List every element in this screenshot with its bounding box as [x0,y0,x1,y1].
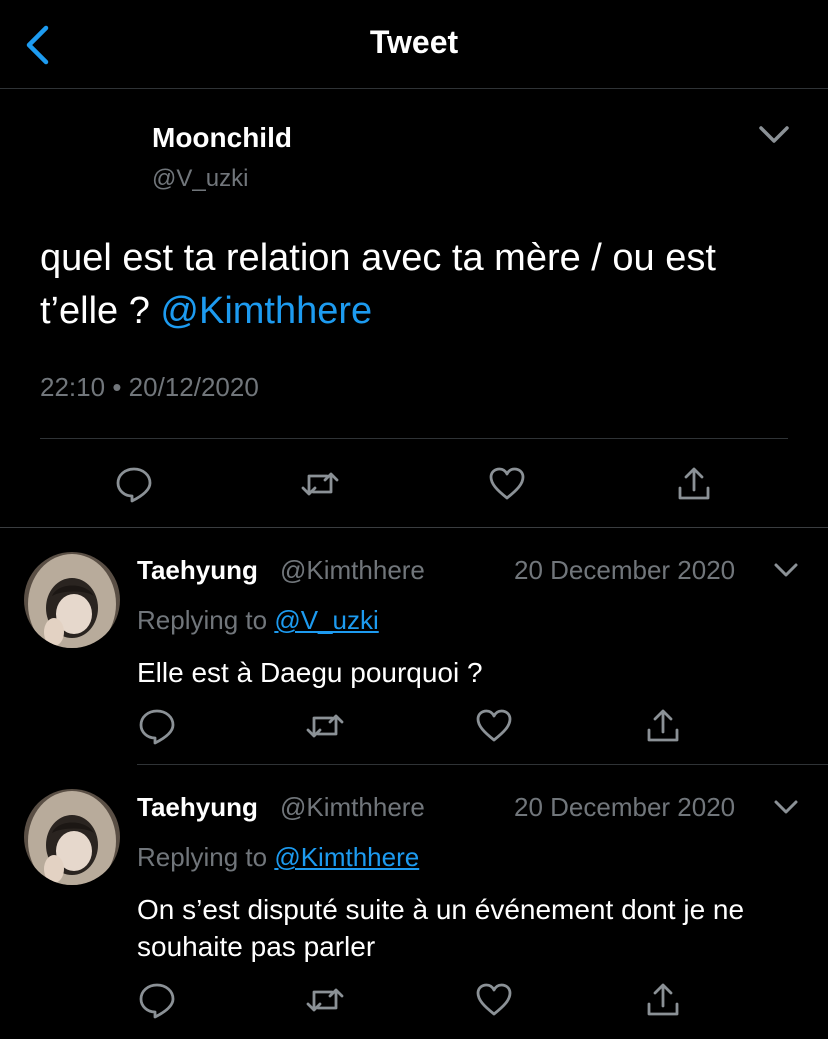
comment-icon [139,983,175,1019]
share-button[interactable] [674,464,714,504]
reply-more-button[interactable] [772,795,800,819]
like-button[interactable] [474,706,514,746]
share-icon [647,709,679,742]
heart-icon [476,983,512,1016]
reply-author-name[interactable]: Taehyung [137,555,258,586]
avatar[interactable] [24,789,120,885]
page-title: Tweet [369,24,459,60]
tweet-date: 20/12/2020 [128,372,259,402]
retweet-button[interactable] [305,706,345,746]
top-bar: Tweet [0,0,828,89]
section-divider [0,527,828,528]
replying-to-link[interactable]: @Kimthhere [274,842,419,872]
share-button[interactable] [643,706,683,746]
reply-date: 20 December 2020 [514,792,736,822]
share-icon [647,983,679,1016]
main-tweet-text: quel est ta relation avec ta mère / ou e… [40,232,800,338]
retweet-icon [301,472,339,496]
reply-author-name[interactable]: Taehyung [137,792,258,823]
comment-icon [139,709,175,745]
divider [40,438,788,439]
reply-button[interactable] [137,706,177,746]
reply-text: On s’est disputé suite à un événement do… [137,894,745,962]
main-tweet-actions [0,460,828,510]
avatar[interactable] [24,552,120,648]
share-icon [678,467,710,500]
meta-separator: • [112,372,122,402]
chevron-down-icon [759,126,789,143]
replying-to: Replying to @Kimthhere [137,842,419,873]
reply-more-button[interactable] [772,558,800,582]
share-button[interactable] [643,980,683,1020]
reply-button[interactable] [114,464,154,504]
main-tweet-more-button[interactable] [755,118,793,150]
retweet-button[interactable] [300,464,340,504]
heart-icon [476,709,512,742]
tweet-time: 22:10 [40,372,106,402]
tweet-detail-screen: Tweet Moonchild @V_uzki quel est ta rela… [0,0,828,1039]
main-tweet-timestamp: 22:10 • 20/12/2020 [40,372,259,403]
main-tweet-author-name[interactable]: Moonchild [152,122,292,154]
replying-to: Replying to @V_uzki [137,605,379,636]
heart-icon [489,467,525,500]
divider [137,764,828,765]
chevron-down-icon [774,563,798,577]
comment-icon [116,467,152,503]
retweet-icon [306,714,344,738]
like-button[interactable] [487,464,527,504]
replying-to-link[interactable]: @V_uzki [274,605,378,635]
user-avatar-image [24,552,120,648]
main-tweet-body: quel est ta relation avec ta mère / ou e… [40,237,716,332]
reply-author-handle[interactable]: @Kimthhere [280,792,425,823]
chevron-down-icon [774,800,798,814]
retweet-icon [306,988,344,1012]
reply-button[interactable] [137,980,177,1020]
user-avatar-image [24,789,120,885]
replying-to-label: Replying to [137,842,275,872]
like-button[interactable] [474,980,514,1020]
main-tweet-mention-link[interactable]: @Kimthhere [160,290,372,332]
main-tweet-author-handle[interactable]: @V_uzki [152,165,248,193]
retweet-button[interactable] [305,980,345,1020]
reply-author-handle[interactable]: @Kimthhere [280,555,425,586]
reply-text: Elle est à Daegu pourquoi ? [137,657,483,688]
reply-date: 20 December 2020 [514,555,736,585]
replying-to-label: Replying to [137,605,275,635]
